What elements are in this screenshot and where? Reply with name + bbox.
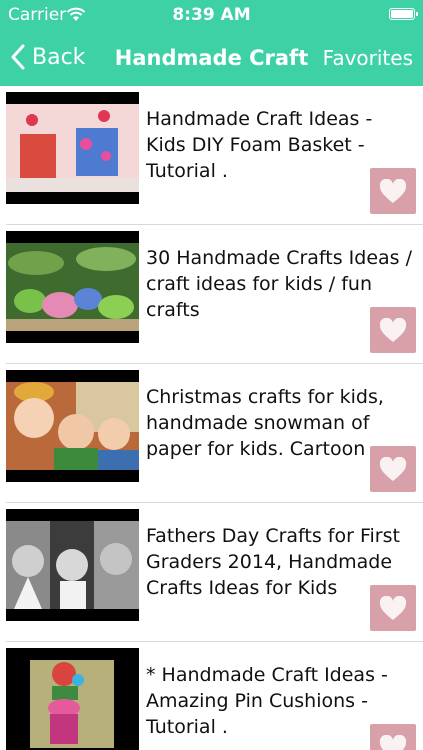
list-item[interactable]: Fathers Day Crafts for First Graders 201… [6, 503, 423, 642]
heart-icon [379, 734, 407, 750]
list-item[interactable]: 30 Handmade Crafts Ideas / craft ideas f… [6, 225, 423, 364]
favorite-button[interactable] [370, 168, 416, 214]
favorite-button[interactable] [370, 585, 416, 631]
list-item[interactable]: * Handmade Craft Ideas - Amazing Pin Cus… [6, 642, 423, 750]
video-thumbnail [6, 648, 139, 750]
chevron-left-icon [11, 44, 25, 70]
favorites-button[interactable]: Favorites [323, 46, 413, 70]
back-button[interactable]: Back [10, 44, 85, 70]
list-item[interactable]: Handmade Craft Ideas - Kids DIY Foam Bas… [6, 86, 423, 225]
favorite-button[interactable] [370, 446, 416, 492]
video-thumbnail [6, 370, 139, 482]
video-list: Handmade Craft Ideas - Kids DIY Foam Bas… [0, 86, 423, 750]
video-thumbnail [6, 92, 139, 204]
navigation-bar: Back Handmade Craft Favorites [0, 30, 423, 86]
list-item[interactable]: Christmas crafts for kids, handmade snow… [6, 364, 423, 503]
heart-icon [379, 317, 407, 342]
video-thumbnail [6, 231, 139, 343]
heart-icon [379, 595, 407, 620]
heart-icon [379, 456, 407, 481]
status-time: 8:39 AM [172, 5, 251, 25]
heart-icon [379, 178, 407, 203]
back-label: Back [32, 44, 86, 70]
battery-icon [389, 8, 418, 20]
status-bar: Carrier 8:39 AM [0, 0, 423, 30]
favorite-button[interactable] [370, 307, 416, 353]
video-thumbnail [6, 509, 139, 621]
favorite-button[interactable] [370, 724, 416, 750]
